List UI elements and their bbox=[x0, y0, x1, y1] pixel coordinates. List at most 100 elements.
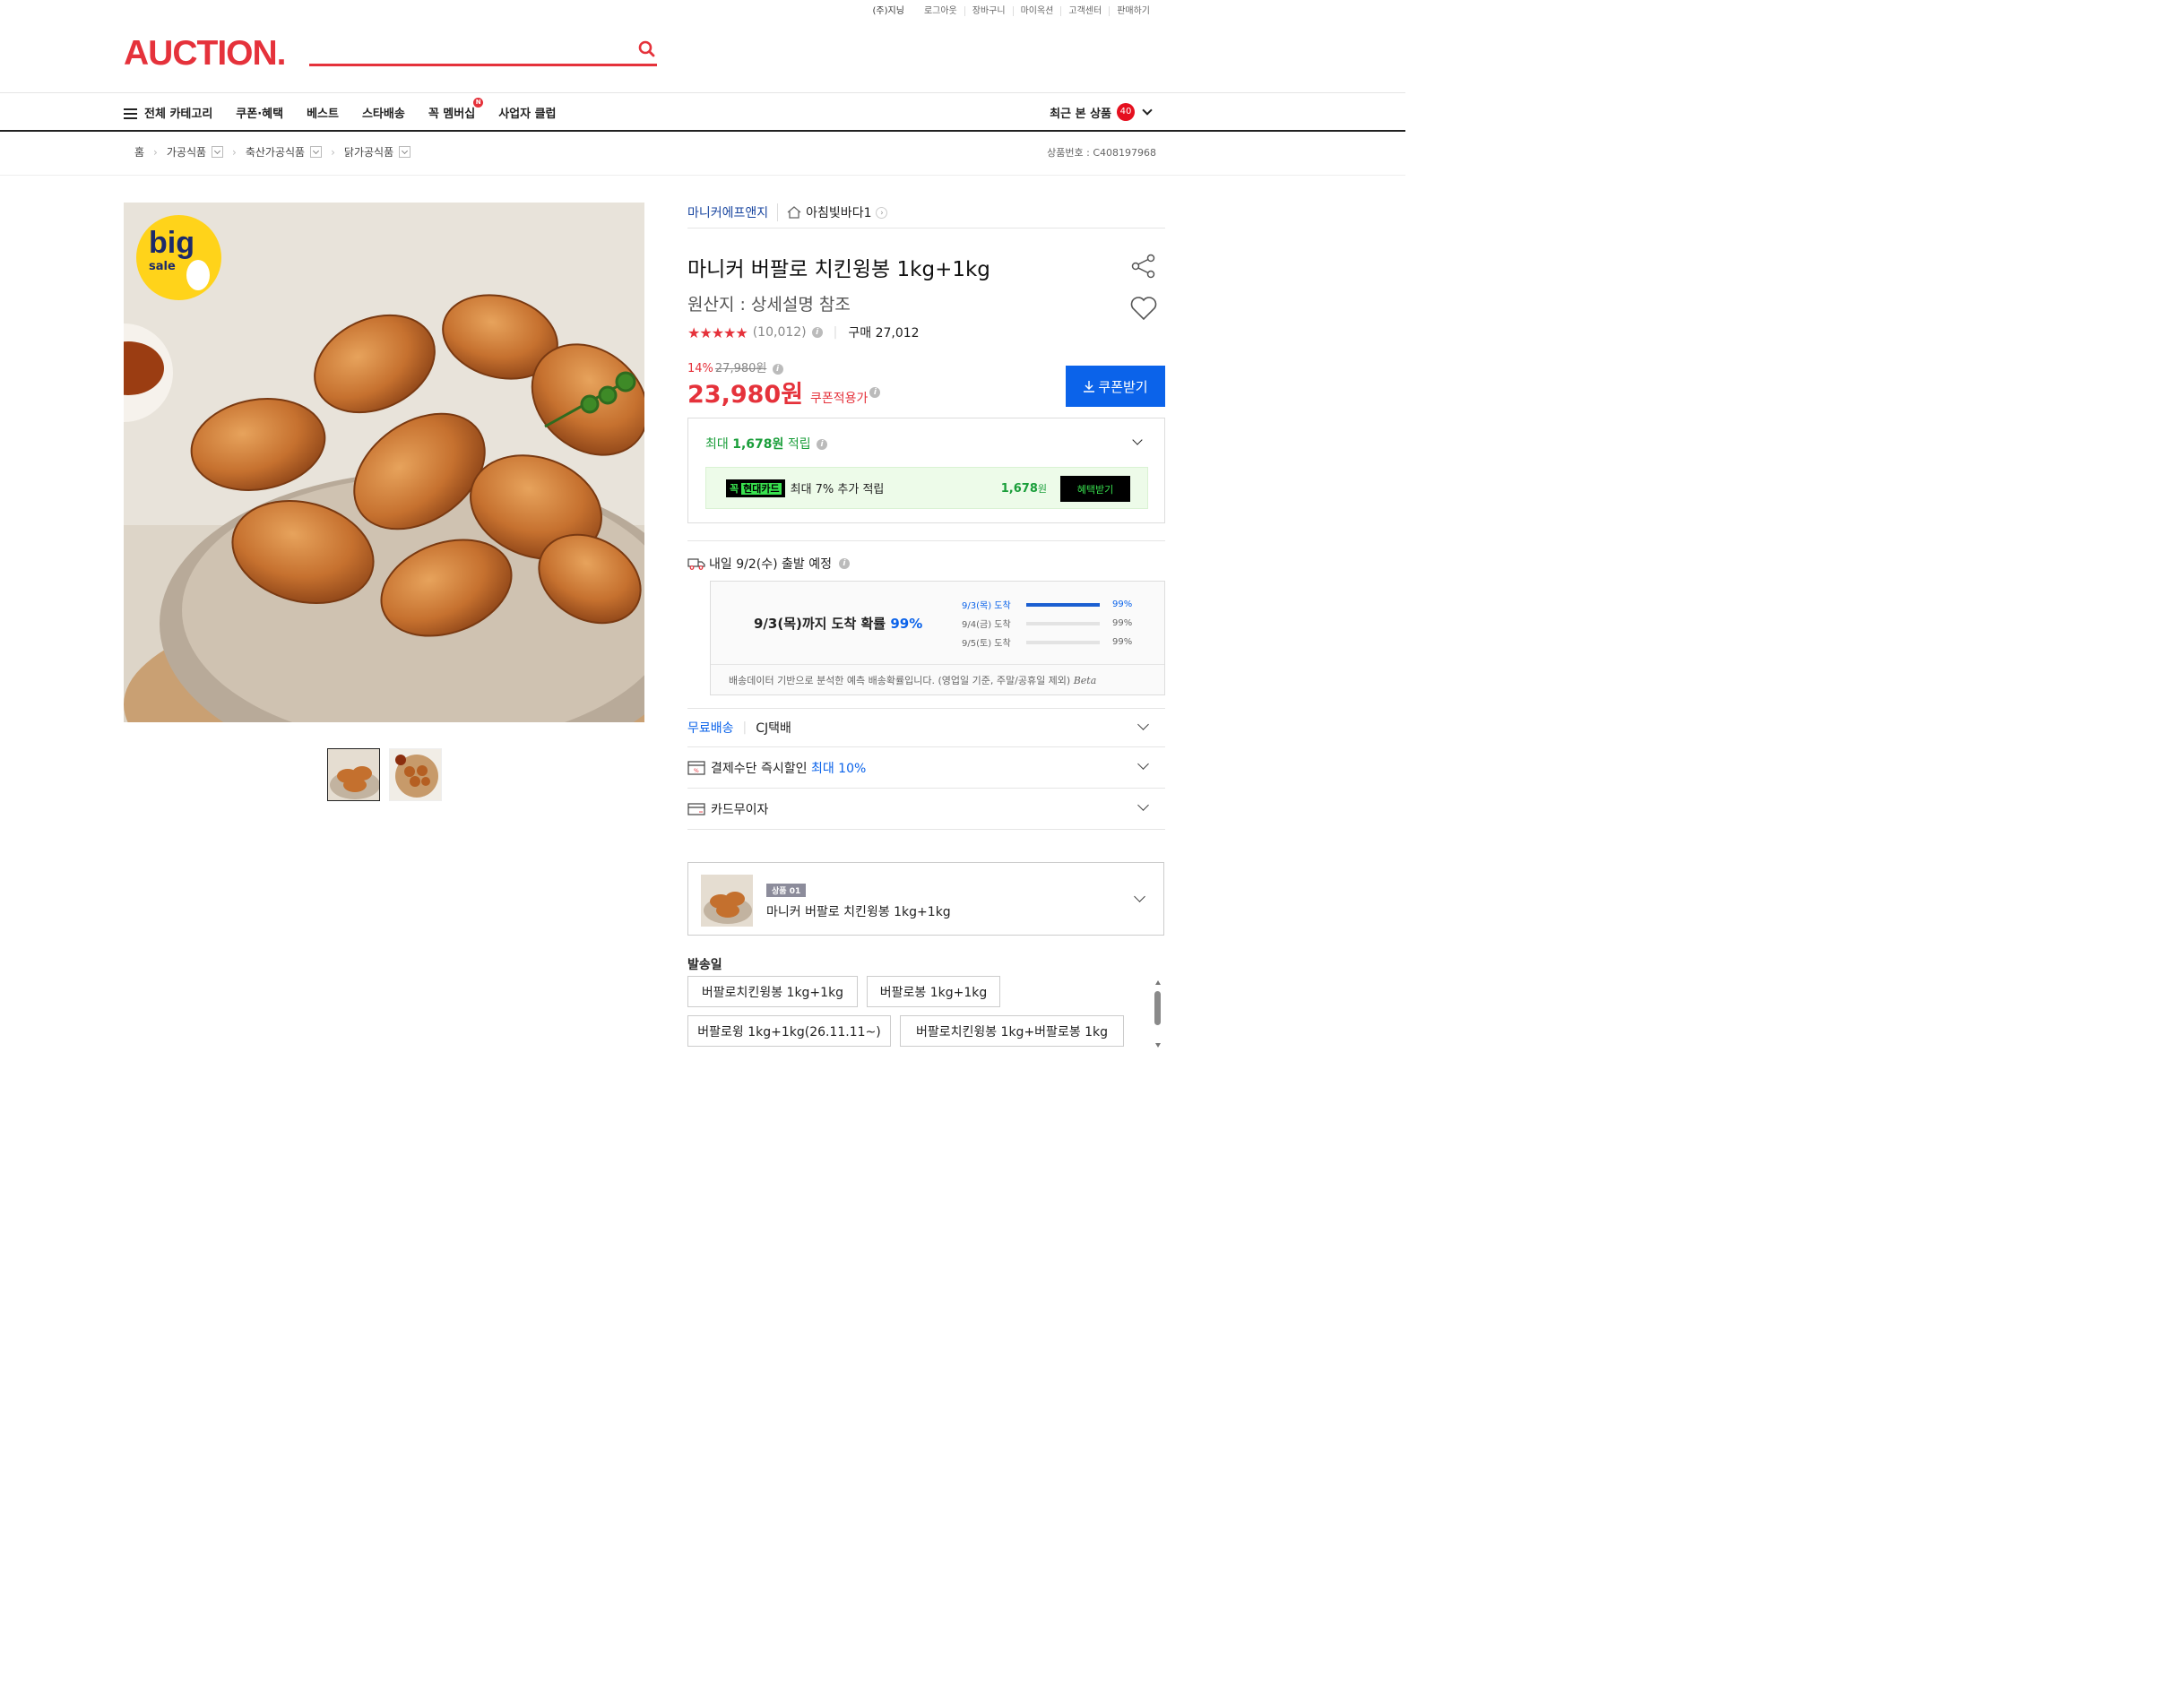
chevron-right-icon: › bbox=[331, 145, 335, 159]
free-shipping-label: 무료배송 bbox=[687, 720, 734, 736]
nav-star-delivery[interactable]: 스타배송 bbox=[362, 104, 405, 121]
info-icon[interactable]: i bbox=[838, 558, 850, 569]
points-summary[interactable]: 최대 1,678원 적립 i bbox=[705, 435, 828, 453]
arrival-row: 9/5(토) 도착 99% bbox=[962, 637, 1133, 649]
shipping-fee-accordion[interactable]: 무료배송 | CJ택배 bbox=[687, 708, 1165, 747]
options-scrollbar[interactable] bbox=[1154, 980, 1162, 1048]
share-icon[interactable] bbox=[1130, 253, 1157, 280]
recent-count-badge: 40 bbox=[1117, 103, 1135, 121]
purchase-count: 구매 27,012 bbox=[848, 326, 920, 341]
brand-link[interactable]: 마니커에프앤지 bbox=[687, 203, 768, 221]
product-main-image[interactable]: big sale bbox=[124, 203, 644, 722]
chevron-right-icon: › bbox=[232, 145, 237, 159]
hyundai-card-banner: 꼭 현대카드 최대 7% 추가 적립 1,678원 혜택받기 bbox=[705, 467, 1148, 509]
arrival-row: 9/3(목) 도착 99% bbox=[962, 600, 1133, 611]
payment-discount-accordion[interactable]: % 결제수단 즉시할인 최대 10% bbox=[687, 747, 1165, 789]
chevron-right-icon: › bbox=[153, 145, 158, 159]
info-icon[interactable]: i bbox=[817, 439, 828, 450]
get-benefit-button[interactable]: 혜택받기 bbox=[1060, 476, 1130, 502]
logout-link[interactable]: 로그아웃 bbox=[917, 6, 964, 16]
discount-rate: 14% bbox=[687, 362, 713, 375]
breadcrumb-home[interactable]: 홈 bbox=[134, 144, 144, 160]
shop-link[interactable]: 아침빛바다1 › bbox=[777, 203, 888, 221]
nav-business-club[interactable]: 사업자 클럽 bbox=[498, 104, 556, 121]
auction-logo[interactable]: AUCTION. bbox=[124, 34, 286, 73]
search-input[interactable] bbox=[309, 39, 657, 66]
coupon-icon: % bbox=[687, 760, 705, 775]
delivery-probability-box: 9/3(목)까지 도착 확률 99% 9/3(목) 도착 99% 9/4(금) … bbox=[710, 581, 1165, 695]
cart-link[interactable]: 장바구니 bbox=[964, 6, 1013, 16]
nav-best[interactable]: 베스트 bbox=[307, 104, 339, 121]
card-benefit-text: 최대 7% 추가 적립 bbox=[790, 483, 885, 496]
scrollbar-thumb[interactable] bbox=[1154, 991, 1161, 1025]
thumbnail-2[interactable] bbox=[389, 748, 442, 801]
all-category-button[interactable]: 전체 카테고리 bbox=[124, 104, 212, 121]
card-point-amount: 1,678원 bbox=[1000, 481, 1047, 496]
chevron-down-icon bbox=[1142, 104, 1153, 116]
option-chip[interactable]: 버팔로봉 1kg+1kg bbox=[867, 976, 1000, 1007]
option-chip[interactable]: 버팔로치킨윙봉 1kg+버팔로봉 1kg bbox=[900, 1015, 1124, 1047]
current-price: 23,980원 bbox=[687, 381, 804, 409]
option-thumbnail bbox=[701, 875, 753, 927]
coupon-price-label: 쿠폰적용가 bbox=[810, 392, 869, 406]
installment-accordion[interactable]: 카드무이자 bbox=[687, 789, 1165, 830]
new-badge: N bbox=[473, 97, 484, 108]
thumbnail-1[interactable] bbox=[327, 748, 380, 801]
points-box: 최대 1,678원 적립 i 꼭 현대카드 최대 7% 추가 적립 1,678원 … bbox=[687, 418, 1165, 523]
scroll-down-icon[interactable] bbox=[1155, 1043, 1161, 1048]
original-price: 27,980원 bbox=[714, 362, 767, 375]
arrival-row: 9/4(금) 도착 99% bbox=[962, 618, 1133, 630]
utility-links: (주)지닝 로그아웃 장바구니 마이옥션 고객센터 판매하기 bbox=[866, 6, 1157, 16]
probability-note: 배송데이터 기반으로 분석한 예측 배송확률입니다. (영업일 기준, 주말/공… bbox=[711, 664, 1164, 695]
user-name[interactable]: (주)지닝 bbox=[866, 6, 917, 16]
hyundai-card-tag: 꼭 현대카드 bbox=[726, 479, 785, 497]
svg-text:%: % bbox=[694, 768, 699, 774]
chevron-down-icon bbox=[1134, 891, 1145, 902]
option-chip[interactable]: 버팔로치킨윙봉 1kg+1kg bbox=[687, 976, 858, 1007]
customer-center-link[interactable]: 고객센터 bbox=[1060, 6, 1109, 16]
chevron-down-icon bbox=[1137, 799, 1149, 811]
info-icon[interactable]: i bbox=[811, 327, 823, 338]
main-nav: 전체 카테고리 쿠폰·혜택 베스트 스타배송 꼭 멤버십 N 사업자 클럽 최근… bbox=[0, 92, 1405, 132]
option-badge: 상품 01 bbox=[766, 884, 807, 897]
search-icon[interactable] bbox=[637, 39, 657, 59]
dropdown-icon[interactable] bbox=[399, 146, 411, 158]
rating-row: ★★★★★ (10,012) i | 구매 27,012 bbox=[687, 323, 920, 341]
big-sale-badge: big sale bbox=[136, 215, 221, 300]
breadcrumb-processed-food[interactable]: 가공식품 bbox=[167, 144, 206, 160]
info-icon[interactable]: i bbox=[869, 386, 881, 398]
chevron-down-icon bbox=[1137, 758, 1149, 770]
price-row: 23,980원 쿠폰적용가 i bbox=[687, 375, 881, 410]
dropdown-icon[interactable] bbox=[310, 146, 323, 158]
probability-bar bbox=[1026, 621, 1100, 625]
product-number: 상품번호 : C408197968 bbox=[1047, 147, 1156, 159]
review-count[interactable]: (10,012) bbox=[753, 325, 807, 340]
breadcrumb-chicken-processed[interactable]: 닭가공식품 bbox=[344, 144, 393, 160]
sell-link[interactable]: 판매하기 bbox=[1109, 6, 1157, 16]
dropdown-icon[interactable] bbox=[212, 146, 224, 158]
heart-icon[interactable] bbox=[1129, 295, 1158, 322]
chevron-down-icon[interactable] bbox=[1132, 435, 1143, 445]
breadcrumb-meat-processed[interactable]: 축산가공식품 bbox=[246, 144, 305, 160]
selected-option-box[interactable]: 상품 01 마니커 버팔로 치킨윙봉 1kg+1kg bbox=[687, 862, 1164, 936]
star-rating-icon: ★★★★★ bbox=[687, 323, 748, 341]
product-title: 마니커 버팔로 치킨윙봉 1kg+1kg bbox=[687, 258, 990, 281]
option-chip[interactable]: 버팔로윙 1kg+1kg(26.11.11~) bbox=[687, 1015, 891, 1047]
option-name: 마니커 버팔로 치킨윙봉 1kg+1kg bbox=[766, 905, 951, 919]
nav-coupon[interactable]: 쿠폰·혜택 bbox=[236, 104, 283, 121]
scroll-up-icon[interactable] bbox=[1155, 980, 1161, 985]
download-icon bbox=[1084, 381, 1095, 392]
rabbit-icon bbox=[186, 260, 210, 290]
ship-date-label: 발송일 bbox=[687, 958, 722, 972]
discount-row: 14% 27,980원 i bbox=[687, 358, 783, 375]
breadcrumb: 홈 › 가공식품 › 축산가공식품 › 닭가공식품 bbox=[134, 144, 411, 160]
recent-items-button[interactable]: 최근 본 상품 40 bbox=[1050, 93, 1153, 131]
chevron-down-icon bbox=[1137, 719, 1149, 730]
departure-row: 내일 9/2(수) 출발 예정 i bbox=[687, 555, 850, 573]
origin-text: 원산지 : 상세설명 참조 bbox=[687, 295, 851, 315]
info-icon[interactable]: i bbox=[772, 363, 783, 375]
my-auction-link[interactable]: 마이옥션 bbox=[1012, 6, 1061, 16]
nav-membership[interactable]: 꼭 멤버십 N bbox=[428, 97, 484, 121]
card-icon bbox=[687, 802, 705, 815]
get-coupon-button[interactable]: 쿠폰받기 bbox=[1066, 366, 1165, 407]
